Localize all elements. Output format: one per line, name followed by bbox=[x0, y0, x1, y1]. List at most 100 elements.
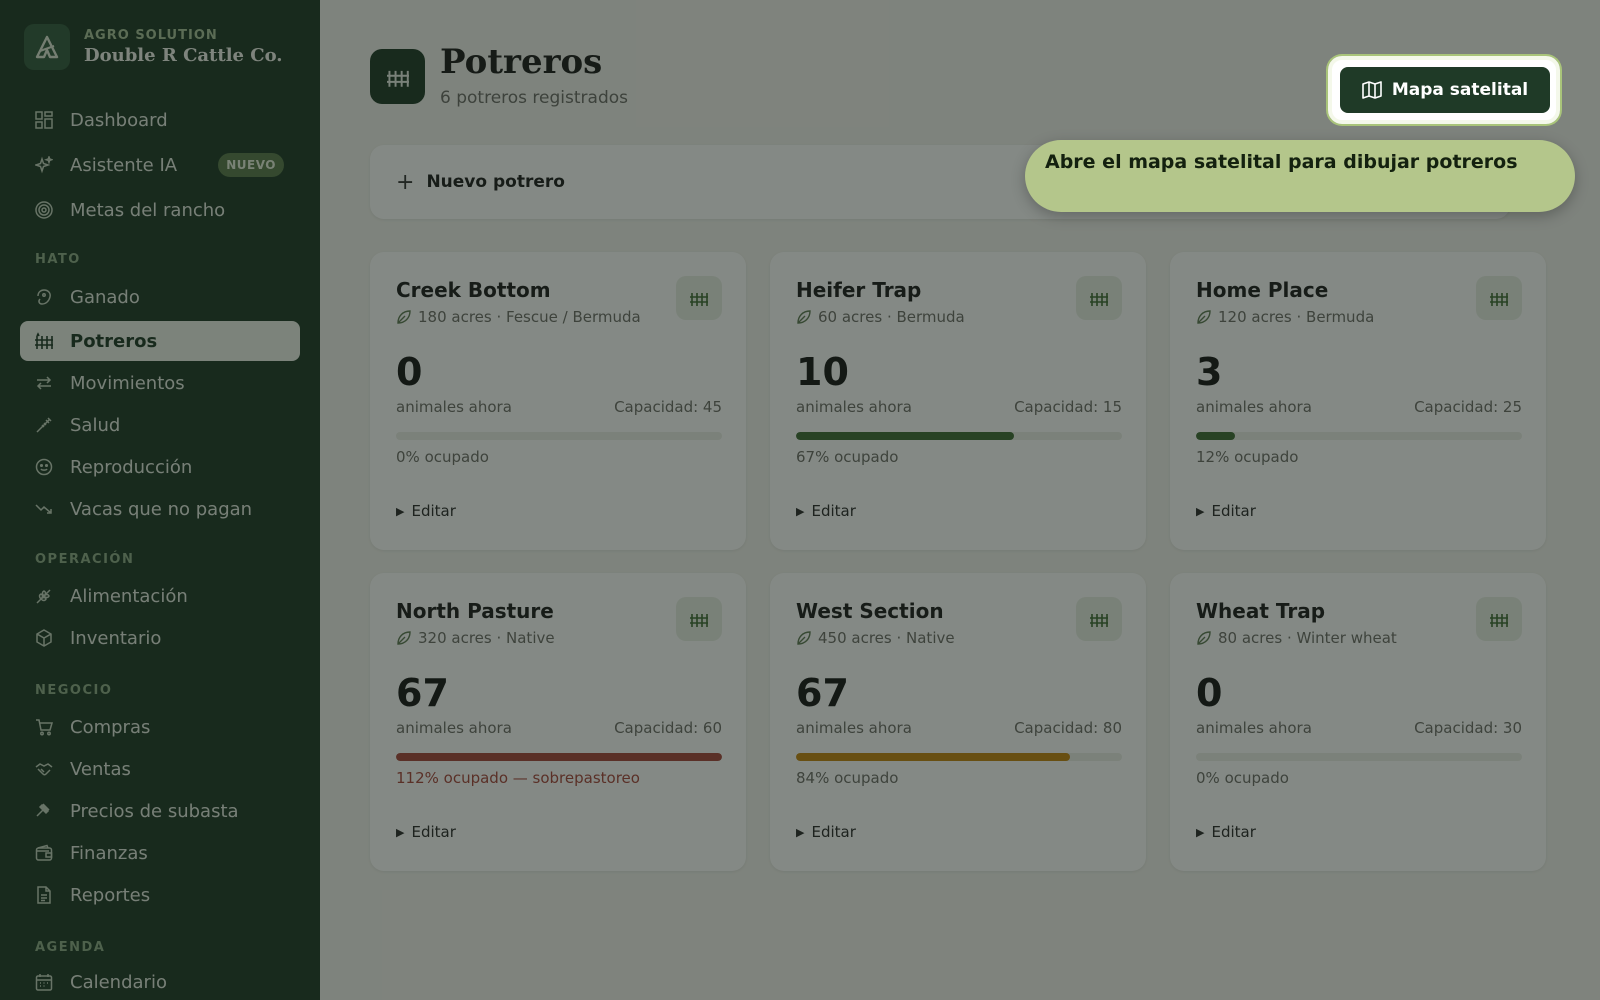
pasture-card[interactable]: West Section 450 acres · Native 67 animales… bbox=[770, 573, 1146, 871]
caret-right-icon: ▶ bbox=[796, 504, 805, 518]
edit-toggle[interactable]: ▶ Editar bbox=[1196, 502, 1256, 520]
new-badge: NUEVO bbox=[218, 153, 284, 177]
sidebar-item-calendario[interactable]: Calendario bbox=[20, 962, 300, 1000]
sidebar-item-movimientos[interactable]: Movimientos bbox=[20, 363, 300, 403]
sidebar-item-inventario[interactable]: Inventario bbox=[20, 618, 300, 658]
occupancy-text: 0% ocupado bbox=[1196, 769, 1289, 787]
pasture-card[interactable]: North Pasture 320 acres · Native 67 animale… bbox=[370, 573, 746, 871]
fence-icon bbox=[34, 331, 54, 351]
animal-count-label: animales ahora bbox=[396, 398, 512, 416]
pasture-meta-text: 60 acres · Bermuda bbox=[818, 308, 965, 326]
sidebar-item-label: Alimentación bbox=[70, 585, 188, 607]
pasture-card[interactable]: Wheat Trap 80 acres · Winter wheat 0 animal… bbox=[1170, 573, 1546, 871]
animal-count-label: animales ahora bbox=[796, 398, 912, 416]
leaf-icon bbox=[396, 309, 412, 325]
caret-right-icon: ▶ bbox=[396, 825, 405, 839]
fence-icon bbox=[370, 49, 425, 104]
edit-toggle[interactable]: ▶ Editar bbox=[796, 823, 856, 841]
animal-count-label: animales ahora bbox=[1196, 398, 1312, 416]
sidebar-item-reportes[interactable]: Reportes bbox=[20, 875, 300, 915]
sidebar-item-metas[interactable]: Metas del rancho bbox=[20, 190, 300, 230]
sidebar-item-precios[interactable]: Precios de subasta bbox=[20, 791, 300, 831]
pasture-name: West Section bbox=[796, 599, 944, 623]
sidebar-item-compras[interactable]: Compras bbox=[20, 707, 300, 747]
capacity: Capacidad: 25 bbox=[1414, 398, 1522, 416]
occupancy-bar bbox=[796, 753, 1122, 761]
target-icon bbox=[34, 200, 54, 220]
leaf-icon bbox=[396, 630, 412, 646]
pasture-card[interactable]: Home Place 120 acres · Bermuda 3 animales a… bbox=[1170, 252, 1546, 550]
edit-label: Editar bbox=[811, 823, 856, 841]
sidebar-item-ganado[interactable]: Ganado bbox=[20, 277, 300, 317]
sidebar-item-label: Ventas bbox=[70, 758, 131, 780]
pasture-meta: 120 acres · Bermuda bbox=[1196, 308, 1374, 326]
pasture-meta: 80 acres · Winter wheat bbox=[1196, 629, 1397, 647]
edit-label: Editar bbox=[411, 823, 456, 841]
edit-toggle[interactable]: ▶ Editar bbox=[396, 823, 456, 841]
syringe-icon bbox=[34, 415, 54, 435]
sidebar-item-label: Ganado bbox=[70, 286, 140, 308]
occupancy-bar-fill bbox=[796, 753, 1070, 761]
plus-icon: + bbox=[396, 169, 415, 195]
dashboard-icon bbox=[34, 110, 54, 130]
capacity: Capacidad: 15 bbox=[1014, 398, 1122, 416]
satellite-map-button[interactable]: Mapa satelital bbox=[1340, 67, 1550, 113]
handshake-icon bbox=[34, 759, 54, 779]
nav-section-negocio: NEGOCIO bbox=[35, 683, 113, 698]
fence-icon bbox=[1076, 597, 1122, 641]
brand-logo-icon bbox=[24, 24, 70, 70]
occupancy-bar-fill bbox=[796, 432, 1015, 440]
gavel-icon bbox=[34, 801, 54, 821]
occupancy-bar bbox=[1196, 432, 1522, 440]
edit-toggle[interactable]: ▶ Editar bbox=[1196, 823, 1256, 841]
calendar-icon bbox=[34, 972, 54, 992]
baby-face-icon bbox=[34, 457, 54, 477]
sidebar-item-asistente[interactable]: Asistente IA NUEVO bbox=[20, 145, 300, 185]
sidebar-item-alimentacion[interactable]: Alimentación bbox=[20, 576, 300, 616]
occupancy-bar bbox=[396, 753, 722, 761]
edit-toggle[interactable]: ▶ Editar bbox=[796, 502, 856, 520]
sidebar-item-salud[interactable]: Salud bbox=[20, 405, 300, 445]
leaf-icon bbox=[796, 630, 812, 646]
pasture-card[interactable]: Heifer Trap 60 acres · Bermuda 10 animales … bbox=[770, 252, 1146, 550]
sidebar-item-vacas[interactable]: Vacas que no pagan bbox=[20, 489, 300, 529]
sidebar-item-label: Movimientos bbox=[70, 372, 185, 394]
page-subtitle: 6 potreros registrados bbox=[440, 88, 628, 108]
trending-down-icon bbox=[34, 499, 54, 519]
fence-icon bbox=[676, 597, 722, 641]
sidebar-item-finanzas[interactable]: Finanzas bbox=[20, 833, 300, 873]
animal-count: 67 bbox=[396, 671, 449, 715]
caret-right-icon: ▶ bbox=[396, 504, 405, 518]
pasture-meta-text: 120 acres · Bermuda bbox=[1218, 308, 1375, 326]
fence-icon bbox=[1476, 276, 1522, 320]
page-title: Potreros bbox=[440, 42, 603, 82]
sidebar-item-ventas[interactable]: Ventas bbox=[20, 749, 300, 789]
occupancy-bar-fill bbox=[1196, 432, 1236, 440]
brand[interactable]: AGRO SOLUTION Double R Cattle Co. bbox=[0, 0, 320, 70]
capacity: Capacidad: 80 bbox=[1014, 719, 1122, 737]
animal-count: 0 bbox=[1196, 671, 1223, 715]
brand-kicker: AGRO SOLUTION bbox=[84, 28, 218, 43]
pasture-meta: 320 acres · Native bbox=[396, 629, 555, 647]
cart-icon bbox=[34, 717, 54, 737]
sidebar-item-dashboard[interactable]: Dashboard bbox=[20, 100, 300, 140]
sidebar-item-reproduccion[interactable]: Reproducción bbox=[20, 447, 300, 487]
pasture-meta: 180 acres · Fescue / Bermuda bbox=[396, 308, 641, 326]
animal-count: 3 bbox=[1196, 350, 1223, 394]
fence-icon bbox=[1076, 276, 1122, 320]
edit-label: Editar bbox=[411, 502, 456, 520]
edit-toggle[interactable]: ▶ Editar bbox=[396, 502, 456, 520]
map-icon bbox=[1362, 81, 1382, 99]
sidebar-item-potreros[interactable]: Potreros bbox=[20, 321, 300, 361]
sidebar-item-label: Reproducción bbox=[70, 456, 193, 478]
pasture-name: North Pasture bbox=[396, 599, 554, 623]
arrows-swap-icon bbox=[34, 373, 54, 393]
pasture-card[interactable]: Creek Bottom 180 acres · Fescue / Bermuda… bbox=[370, 252, 746, 550]
box-icon bbox=[34, 628, 54, 648]
caret-right-icon: ▶ bbox=[1196, 504, 1205, 518]
occupancy-text: 12% ocupado bbox=[1196, 448, 1299, 466]
onboarding-tooltip: Abre el mapa satelital para dibujar potr… bbox=[1025, 140, 1575, 212]
animal-count-label: animales ahora bbox=[396, 719, 512, 737]
pasture-name: Home Place bbox=[1196, 278, 1329, 302]
wallet-icon bbox=[34, 843, 54, 863]
